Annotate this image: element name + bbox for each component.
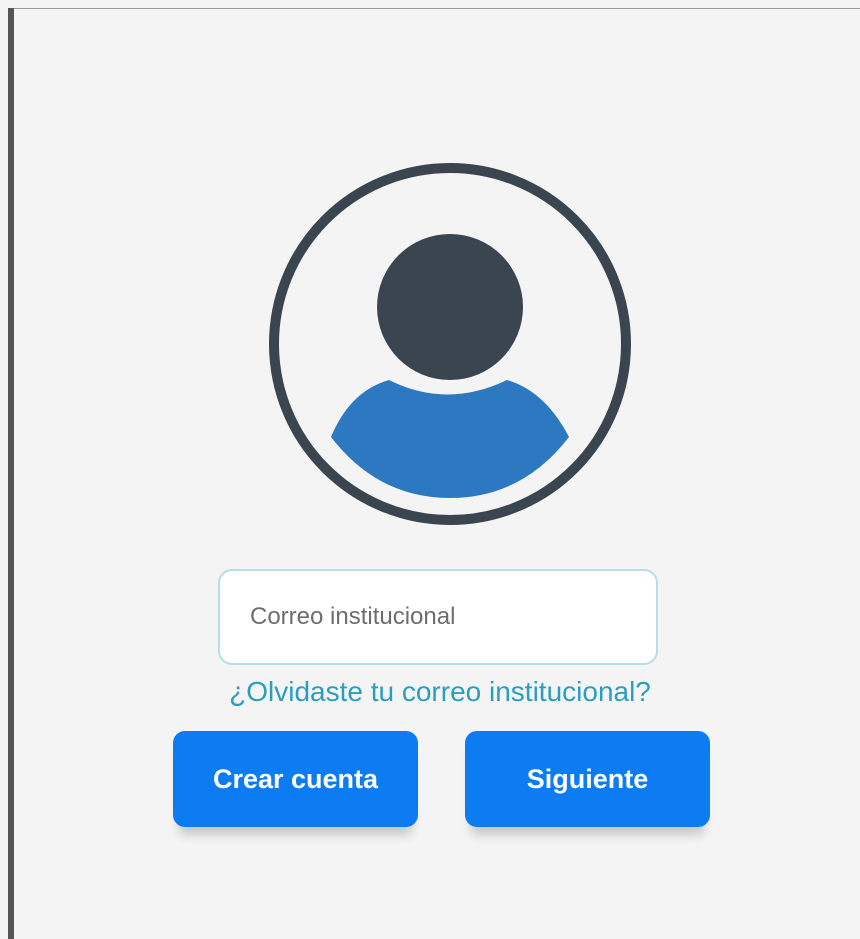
window-frame: ¿Olvidaste tu correo institucional? Crea… <box>0 0 860 939</box>
user-avatar-icon <box>269 163 631 525</box>
create-account-button[interactable]: Crear cuenta <box>173 731 418 827</box>
forgot-email-link[interactable]: ¿Olvidaste tu correo institucional? <box>160 676 720 708</box>
next-button[interactable]: Siguiente <box>465 731 710 827</box>
email-field[interactable] <box>218 569 658 665</box>
